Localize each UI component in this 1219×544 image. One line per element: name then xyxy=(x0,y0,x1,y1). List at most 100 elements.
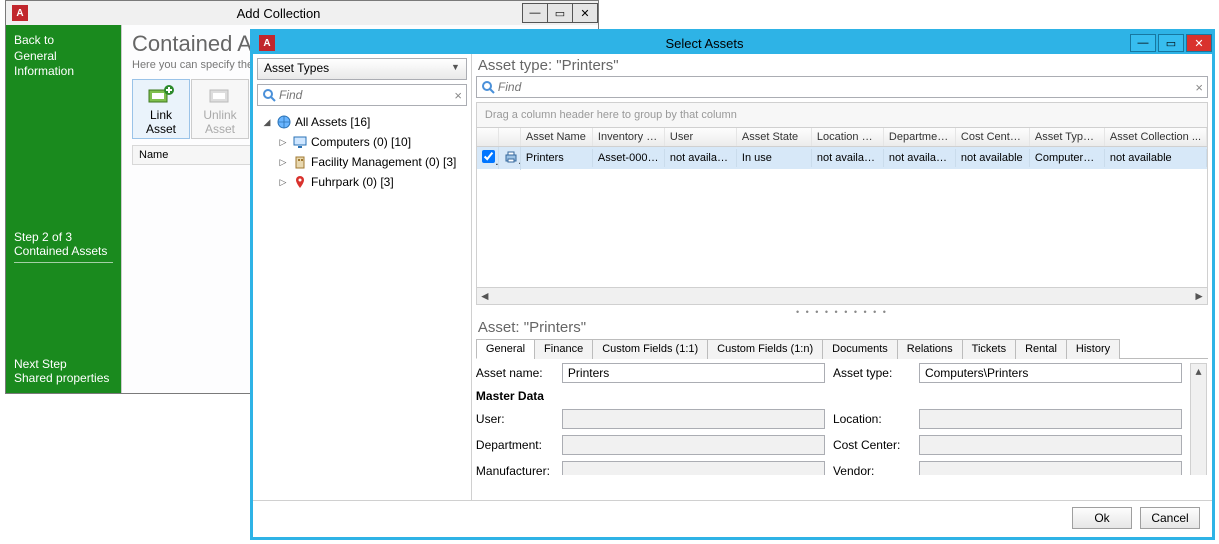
cost-center-field[interactable] xyxy=(919,435,1182,455)
printer-icon xyxy=(499,147,521,170)
asset-type-header: Asset type: "Printers" xyxy=(472,54,1212,76)
tab-history[interactable]: History xyxy=(1066,339,1120,359)
tree-label: Fuhrpark (0) [3] xyxy=(311,175,394,189)
tab-tickets[interactable]: Tickets xyxy=(962,339,1016,359)
tree-item-computers[interactable]: ▷ Computers (0) [10] xyxy=(257,132,467,152)
col-asset-type-path[interactable]: Asset Type Path xyxy=(1030,128,1105,146)
expand-icon[interactable]: ▷ xyxy=(277,157,289,168)
asset-type-field[interactable] xyxy=(919,363,1182,383)
tree-item-facility[interactable]: ▷ Facility Management (0) [3] xyxy=(257,152,467,172)
expand-icon[interactable]: ▷ xyxy=(277,177,289,188)
vendor-field[interactable] xyxy=(919,461,1182,475)
cell-location-path: not available xyxy=(812,149,884,167)
next-label-2: Shared properties xyxy=(14,371,113,385)
tree-item-fuhrpark[interactable]: ▷ Fuhrpark (0) [3] xyxy=(257,172,467,192)
group-hint[interactable]: Drag a column header here to group by th… xyxy=(476,102,1208,127)
user-label: User: xyxy=(476,412,554,426)
cell-asset-collection: not available xyxy=(1105,149,1207,167)
asset-name-field[interactable] xyxy=(562,363,825,383)
step-number: Step 2 of 3 xyxy=(14,230,113,244)
general-form: Asset name: Asset type: ▴▾ Master Data U… xyxy=(476,363,1208,475)
department-label: Department: xyxy=(476,438,554,452)
location-field[interactable] xyxy=(919,409,1182,429)
location-label: Location: xyxy=(833,412,911,426)
grid-header: Asset Name Inventory Num... User Asset S… xyxy=(477,128,1207,147)
search-icon xyxy=(262,88,276,102)
unlink-asset-button[interactable]: Unlink Asset xyxy=(191,79,249,139)
fg-titlebar[interactable]: A Select Assets — ▭ ✕ xyxy=(253,32,1212,54)
col-inventory-number[interactable]: Inventory Num... xyxy=(593,128,665,146)
grid-row[interactable]: Printers Asset-0000013 not available In … xyxy=(477,147,1207,169)
tree-root[interactable]: ◢ All Assets [16] xyxy=(257,112,467,132)
tab-relations[interactable]: Relations xyxy=(897,339,963,359)
splitter[interactable]: • • • • • • • • • • xyxy=(476,307,1208,317)
minimize-button[interactable]: — xyxy=(522,3,548,23)
back-label-2: General Information xyxy=(14,49,113,80)
maximize-button[interactable]: ▭ xyxy=(547,3,573,23)
department-field[interactable] xyxy=(562,435,825,455)
asset-name-label: Asset name: xyxy=(476,366,554,380)
link-asset-icon xyxy=(147,84,175,106)
dialog-footer: Ok Cancel xyxy=(253,500,1212,534)
assets-grid: Asset Name Inventory Num... User Asset S… xyxy=(476,127,1208,288)
cell-user: not available xyxy=(665,149,737,167)
unlink-asset-label: Unlink Asset xyxy=(203,108,236,136)
cost-center-label: Cost Center: xyxy=(833,438,911,452)
building-icon xyxy=(292,154,308,170)
cell-inventory-number: Asset-0000013 xyxy=(593,149,665,167)
clear-search-icon[interactable]: × xyxy=(454,88,462,103)
horizontal-scrollbar[interactable]: ◄► xyxy=(476,288,1208,305)
tab-documents[interactable]: Documents xyxy=(822,339,898,359)
col-checkbox[interactable] xyxy=(477,128,499,146)
col-department-path[interactable]: Department Path xyxy=(884,128,956,146)
right-pane: Asset type: "Printers" × Drag a column h… xyxy=(472,54,1212,500)
tab-general[interactable]: General xyxy=(476,339,535,359)
right-search: × xyxy=(476,76,1208,98)
asset-type-tree: ◢ All Assets [16] ▷ Computers (0) [10] ▷… xyxy=(257,112,467,192)
tab-finance[interactable]: Finance xyxy=(534,339,593,359)
tab-custom-fields-1n[interactable]: Custom Fields (1:n) xyxy=(707,339,823,359)
asset-types-combo[interactable]: Asset Types xyxy=(257,58,467,80)
tree-label: Computers (0) [10] xyxy=(311,135,411,149)
current-step: Step 2 of 3 Contained Assets xyxy=(14,230,113,263)
tree-root-label: All Assets [16] xyxy=(295,115,370,129)
cell-asset-type-path: Computers\Prin... xyxy=(1030,149,1105,167)
right-search-input[interactable] xyxy=(498,80,1196,94)
close-button[interactable]: ✕ xyxy=(1186,34,1212,52)
cell-asset-name: Printers xyxy=(521,149,593,167)
vendor-label: Vendor: xyxy=(833,464,911,475)
minimize-button[interactable]: — xyxy=(1130,34,1156,52)
monitor-icon xyxy=(292,134,308,150)
col-user[interactable]: User xyxy=(665,128,737,146)
col-icon[interactable] xyxy=(499,128,521,146)
cancel-button[interactable]: Cancel xyxy=(1140,507,1200,529)
row-checkbox[interactable] xyxy=(477,147,499,169)
left-search-input[interactable] xyxy=(279,88,454,102)
collapse-icon[interactable]: ◢ xyxy=(261,117,273,128)
unlink-asset-icon xyxy=(206,84,234,106)
col-asset-state[interactable]: Asset State xyxy=(737,128,812,146)
col-location-path[interactable]: Location Path xyxy=(812,128,884,146)
form-scrollbar[interactable]: ▴▾ xyxy=(1190,363,1207,475)
checkbox[interactable] xyxy=(482,150,495,163)
col-asset-collection[interactable]: Asset Collection ... xyxy=(1105,128,1207,146)
detail-tabs: General Finance Custom Fields (1:1) Cust… xyxy=(476,338,1208,359)
app-icon: A xyxy=(259,35,275,51)
link-asset-button[interactable]: Link Asset xyxy=(132,79,190,139)
bg-titlebar[interactable]: A Add Collection — ▭ ✕ xyxy=(6,1,598,25)
col-cost-center-path[interactable]: Cost Center Path xyxy=(956,128,1030,146)
ok-button[interactable]: Ok xyxy=(1072,507,1132,529)
expand-icon[interactable]: ▷ xyxy=(277,137,289,148)
maximize-button[interactable]: ▭ xyxy=(1158,34,1184,52)
tab-custom-fields-11[interactable]: Custom Fields (1:1) xyxy=(592,339,708,359)
clear-search-icon[interactable]: × xyxy=(1195,80,1203,95)
close-button[interactable]: ✕ xyxy=(572,3,598,23)
next-step-link[interactable]: Next Step Shared properties xyxy=(14,357,113,385)
user-field[interactable] xyxy=(562,409,825,429)
back-link[interactable]: Back to General Information xyxy=(14,33,113,80)
pin-icon xyxy=(292,174,308,190)
app-icon: A xyxy=(12,5,28,21)
manufacturer-field[interactable] xyxy=(562,461,825,475)
col-asset-name[interactable]: Asset Name xyxy=(521,128,593,146)
tab-rental[interactable]: Rental xyxy=(1015,339,1067,359)
